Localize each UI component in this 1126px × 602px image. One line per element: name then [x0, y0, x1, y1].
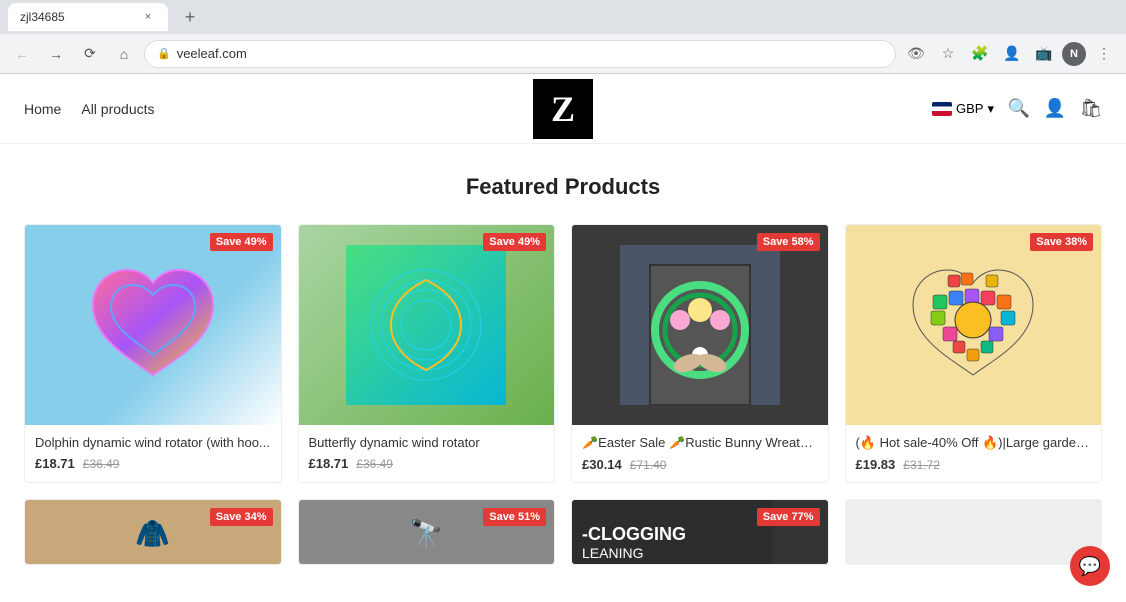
product-image-placeholder: [846, 225, 1102, 425]
product-grid-row1: Save 49% Dolphin dynamic wind rotator (w…: [24, 224, 1102, 483]
product-card[interactable]: Save 49% Butterfly dynamic wind rotator …: [298, 224, 556, 483]
product-title: 🥕Easter Sale 🥕Rustic Bunny Wreath|S...: [582, 435, 818, 451]
save-badge: Save 49%: [483, 233, 546, 251]
product-prices: £18.71 £36.49: [35, 456, 271, 471]
currency-selector[interactable]: GBP ▾: [932, 101, 994, 117]
active-tab[interactable]: zjl34685 ×: [8, 3, 168, 31]
tab-title: zjl34685: [20, 10, 132, 24]
page-content: Home All products Z GBP ▾ 🔍 👤 🛍 Featured…: [0, 74, 1126, 602]
eye-icon[interactable]: 👁: [902, 40, 930, 68]
product-image: Save 58%: [572, 225, 828, 425]
star-icon[interactable]: ☆: [934, 40, 962, 68]
price-current: £18.71: [309, 456, 349, 471]
cart-button[interactable]: 🛍: [1080, 98, 1102, 120]
product-card[interactable]: Save 38% (🔥 Hot sale-40% Off 🔥)|Large ga…: [845, 224, 1103, 483]
price-current: £19.83: [856, 457, 896, 472]
product-card[interactable]: 🧥 Save 34%: [24, 499, 282, 565]
product-image-placeholder: [572, 225, 828, 425]
save-badge: Save 34%: [210, 508, 273, 526]
product-image-placeholder: [299, 225, 555, 425]
product-card[interactable]: Save 49% Dolphin dynamic wind rotator (w…: [24, 224, 282, 483]
product-info: Dolphin dynamic wind rotator (with hoo..…: [25, 425, 281, 481]
back-button[interactable]: ←: [8, 40, 36, 68]
save-badge: Save 51%: [483, 508, 546, 526]
browser-toolbar: ← → ⟳ ⌂ 🔒 veeleaf.com 👁 ☆ 🧩 👤 📺 N ⋮: [0, 34, 1126, 74]
product-prices: £19.83 £31.72: [856, 457, 1092, 472]
tab-bar: zjl34685 × +: [0, 0, 1126, 34]
featured-title: Featured Products: [24, 174, 1102, 200]
menu-icon[interactable]: ⋮: [1090, 40, 1118, 68]
price-original: £31.72: [903, 458, 940, 472]
product-title: (🔥 Hot sale-40% Off 🔥)|Large garden m...: [856, 435, 1092, 451]
search-button[interactable]: 🔍: [1008, 98, 1030, 120]
logo-letter: Z: [551, 88, 575, 130]
product-image: Save 38%: [846, 225, 1102, 425]
site-actions: GBP ▾ 🔍 👤 🛍: [932, 98, 1102, 120]
price-original: £71.40: [630, 458, 667, 472]
product-title: Butterfly dynamic wind rotator: [309, 435, 545, 450]
nav-all-products[interactable]: All products: [81, 101, 154, 117]
uk-flag-icon: [932, 102, 952, 116]
price-original: £36.49: [356, 457, 393, 471]
browser-window: zjl34685 × + ← → ⟳ ⌂ 🔒 veeleaf.com 👁 ☆ 🧩…: [0, 0, 1126, 74]
product-grid-row2: 🧥 Save 34% 🔭 Save 51% -CLOGGING LEANING: [24, 499, 1102, 565]
product-card[interactable]: Save 58% 🥕Easter Sale 🥕Rustic Bunny Wrea…: [571, 224, 829, 483]
product-image: Save 49%: [299, 225, 555, 425]
site-logo[interactable]: Z: [533, 79, 593, 139]
price-current: £18.71: [35, 456, 75, 471]
cast-icon[interactable]: 📺: [1030, 40, 1058, 68]
profile-switch-icon[interactable]: 👤: [998, 40, 1026, 68]
currency-label: GBP: [956, 101, 983, 116]
user-profile-icon[interactable]: N: [1062, 42, 1086, 66]
product-image-placeholder: [25, 225, 281, 425]
product-card[interactable]: [845, 499, 1103, 565]
product-card[interactable]: 🔭 Save 51%: [298, 499, 556, 565]
chat-icon: 💬: [1079, 556, 1101, 577]
save-badge: Save 77%: [757, 508, 820, 526]
price-current: £30.14: [582, 457, 622, 472]
home-button[interactable]: ⌂: [110, 40, 138, 68]
price-original: £36.49: [83, 457, 120, 471]
forward-button[interactable]: →: [42, 40, 70, 68]
address-bar[interactable]: 🔒 veeleaf.com: [144, 40, 896, 68]
chat-bubble-button[interactable]: 💬: [1070, 546, 1110, 586]
featured-section: Featured Products: [0, 144, 1126, 585]
save-badge: Save 58%: [757, 233, 820, 251]
toolbar-icons: 👁 ☆ 🧩 👤 📺 N ⋮: [902, 40, 1118, 68]
product-prices: £18.71 £36.49: [309, 456, 545, 471]
svg-text:LEANING: LEANING: [582, 545, 643, 561]
product-info: Butterfly dynamic wind rotator £18.71 £3…: [299, 425, 555, 481]
nav-home[interactable]: Home: [24, 101, 61, 117]
site-header: Home All products Z GBP ▾ 🔍 👤 🛍: [0, 74, 1126, 144]
save-badge: Save 49%: [210, 233, 273, 251]
url-text: veeleaf.com: [177, 46, 883, 61]
url-lock-icon: 🔒: [157, 47, 171, 60]
save-badge: Save 38%: [1030, 233, 1093, 251]
product-card[interactable]: -CLOGGING LEANING Save 77%: [571, 499, 829, 565]
tab-close-button[interactable]: ×: [140, 9, 156, 25]
reload-button[interactable]: ⟳: [76, 40, 104, 68]
currency-chevron-icon: ▾: [987, 101, 994, 117]
new-tab-button[interactable]: +: [176, 3, 204, 31]
product-prices: £30.14 £71.40: [582, 457, 818, 472]
logo-box: Z: [533, 79, 593, 139]
product-info: 🥕Easter Sale 🥕Rustic Bunny Wreath|S... £…: [572, 425, 828, 482]
product-title: Dolphin dynamic wind rotator (with hoo..…: [35, 435, 271, 450]
svg-text:-CLOGGING: -CLOGGING: [582, 524, 686, 544]
product-info: (🔥 Hot sale-40% Off 🔥)|Large garden m...…: [846, 425, 1102, 482]
account-button[interactable]: 👤: [1044, 98, 1066, 120]
extensions-icon[interactable]: 🧩: [966, 40, 994, 68]
product-image: Save 49%: [25, 225, 281, 425]
site-nav: Home All products: [24, 101, 155, 117]
